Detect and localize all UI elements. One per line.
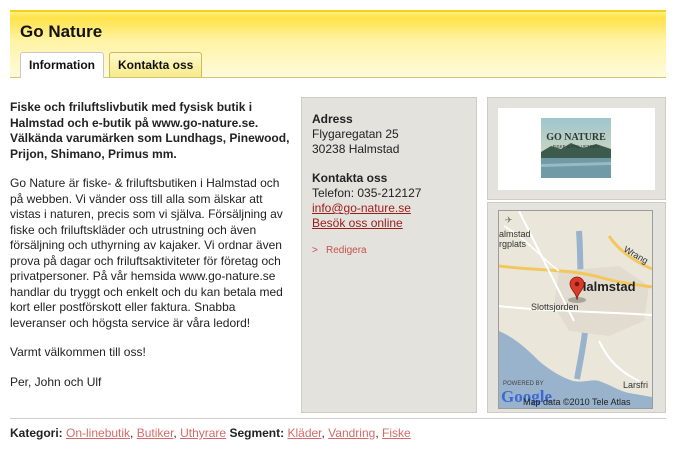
category-link-online[interactable]: On-linebutik	[66, 426, 130, 440]
map-box: ✈ almstad rgplats Wrang Halmstad Slottsj…	[487, 202, 666, 413]
logo-box: GO NATURE FISKE & FRILUFTSLIV	[487, 97, 666, 200]
company-description: Fiske och friluftslivbutik med fysisk bu…	[10, 100, 290, 404]
category-link-uthyrare[interactable]: Uthyrare	[180, 426, 226, 440]
phone-number: Telefon: 035-212127	[312, 186, 422, 200]
contact-box: Adress Flygaregatan 25 30238 Halmstad Ko…	[301, 97, 477, 413]
map-copyright: Map data ©2010 Tele Atlas	[523, 397, 631, 407]
logo-subtext: FISKE & FRILUFTSLIV	[553, 144, 600, 149]
welcome-text: Varmt välkommen till oss!	[10, 345, 146, 359]
segment-link-fiske[interactable]: Fiske	[382, 426, 411, 440]
description-body: Go Nature är fiske- & friluftsbutiken i …	[10, 176, 283, 330]
map-label-5: Larsfri	[623, 380, 648, 390]
street-address: Flygaregatan 25	[312, 127, 399, 141]
map-label-1: almstad	[499, 229, 531, 239]
website-link[interactable]: Besök oss online	[312, 216, 403, 230]
category-link-butiker[interactable]: Butiker	[137, 426, 174, 440]
map-label-3: Slottsjorden	[531, 302, 579, 312]
postal-address: 30238 Halmstad	[312, 142, 400, 156]
logo-frame: GO NATURE FISKE & FRILUFTSLIV	[498, 108, 655, 190]
segment-label: Segment:	[229, 426, 285, 440]
map-label-2: rgplats	[499, 239, 527, 249]
chevron-right-icon: >	[312, 245, 318, 256]
logo-text: GO NATURE	[546, 132, 606, 143]
edit-link[interactable]: > Redigera	[312, 243, 466, 258]
address-block: Adress Flygaregatan 25 30238 Halmstad	[312, 112, 466, 157]
map-image: ✈ almstad rgplats Wrang Halmstad Slottsj…	[499, 211, 652, 408]
company-logo: GO NATURE FISKE & FRILUFTSLIV	[541, 118, 611, 178]
signature-text: Per, John och Ulf	[10, 374, 102, 389]
footer-divider	[10, 418, 666, 419]
category-label: Kategori:	[10, 426, 63, 440]
address-heading: Adress	[312, 112, 353, 126]
logo-image: GO NATURE FISKE & FRILUFTSLIV	[541, 118, 611, 178]
tab-kontakta-oss[interactable]: Kontakta oss	[109, 52, 203, 77]
site-title: Go Nature	[20, 22, 103, 41]
airport-icon: ✈	[505, 216, 513, 226]
location-map[interactable]: ✈ almstad rgplats Wrang Halmstad Slottsj…	[498, 210, 653, 409]
segment-link-vandring[interactable]: Vandring	[328, 426, 375, 440]
site-header: Go Nature Information Kontakta oss	[10, 10, 666, 78]
edit-label: Redigera	[326, 245, 367, 256]
segment-link-klader[interactable]: Kläder	[287, 426, 321, 440]
tab-information[interactable]: Information	[20, 52, 104, 78]
description-lead: Fiske och friluftslivbutik med fysisk bu…	[10, 100, 290, 161]
footer-tags: Kategori: On-linebutik, Butiker, Uthyrar…	[10, 426, 411, 440]
tab-bar: Information Kontakta oss	[20, 52, 203, 78]
contact-block: Kontakta oss Telefon: 035-212127 info@go…	[312, 171, 466, 231]
map-city-label: Halmstad	[577, 279, 636, 294]
contact-heading: Kontakta oss	[312, 171, 388, 185]
email-link[interactable]: info@go-nature.se	[312, 201, 411, 215]
